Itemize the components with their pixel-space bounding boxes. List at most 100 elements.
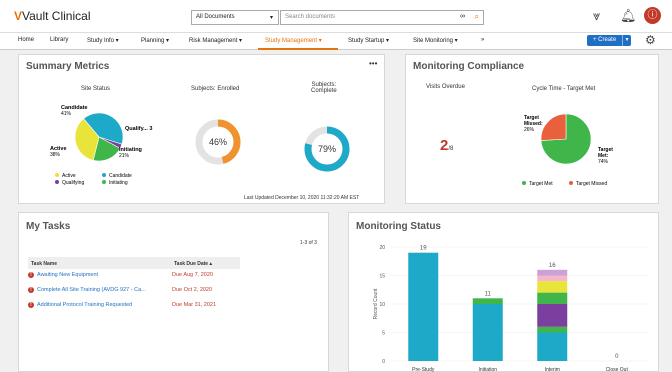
top-header: VVault Clinical All Documents ▾ Search do… xyxy=(0,0,672,33)
legend-swatch xyxy=(569,181,573,185)
nav-more[interactable]: » xyxy=(481,37,484,43)
task-link[interactable]: Complete All Site Training (AVDG 927 - C… xyxy=(37,287,146,293)
legend-active: Active xyxy=(62,173,76,179)
visits-overdue-value[interactable]: 2/8 xyxy=(440,137,453,155)
y-tick-label: 0 xyxy=(382,359,385,365)
column-task-due-date[interactable]: Task Due Date ▴ xyxy=(174,261,212,267)
y-tick-label: 10 xyxy=(379,302,385,308)
legend-target-missed: Target Missed xyxy=(576,181,607,187)
pie-slice-target-missed[interactable] xyxy=(540,113,567,141)
task-due-date: Due Oct 2, 2020 xyxy=(172,287,213,293)
bar-segment[interactable] xyxy=(537,304,568,327)
main-nav: Home Library Study Info ▾ Planning ▾ Ris… xyxy=(0,33,672,50)
create-button[interactable]: + Create ▾ xyxy=(587,35,631,46)
bar-segment[interactable] xyxy=(537,269,568,276)
table-row: ! Complete All Site Training (AVDG 927 - … xyxy=(28,287,212,293)
panel-title: My Tasks xyxy=(26,221,71,232)
pie-pct-initiating: 21% xyxy=(119,153,130,159)
active-tab-indicator xyxy=(258,48,338,50)
nav-site-monitoring[interactable]: Site Monitoring ▾ xyxy=(413,37,458,44)
more-icon[interactable]: ••• xyxy=(369,59,377,68)
site-status-pie: Candidate 41% Qualify... 3 Initiating 21… xyxy=(50,105,152,186)
y-tick-label: 20 xyxy=(379,245,385,251)
bar-total-label: 19 xyxy=(420,246,427,252)
bar-segment[interactable] xyxy=(537,292,568,304)
enrolled-donut: 46% xyxy=(195,119,241,165)
legend-swatch xyxy=(55,180,59,184)
gear-icon[interactable]: ⚙ xyxy=(645,33,656,47)
bar-segment[interactable] xyxy=(537,281,568,293)
nav-planning[interactable]: Planning ▾ xyxy=(141,37,169,44)
legend-swatch xyxy=(102,180,106,184)
bar-total-label: 0 xyxy=(615,354,619,360)
task-link[interactable]: Additional Protocol Training Requested xyxy=(37,302,132,308)
panel-title: Summary Metrics xyxy=(26,61,110,72)
complete-title: Subjects: Complete xyxy=(311,82,337,94)
nav-home[interactable]: Home xyxy=(18,37,34,43)
bar-segment[interactable] xyxy=(472,298,503,304)
legend-initiating: Initiating xyxy=(109,180,128,186)
enrolled-value: 46% xyxy=(209,137,227,147)
chevron-down-icon[interactable]: ▾ xyxy=(622,35,631,46)
bell-icon[interactable]: 🔔︎ xyxy=(620,8,637,24)
y-axis-label: Record Count xyxy=(373,288,379,319)
task-due-date: Due Mar 31, 2021 xyxy=(172,302,217,308)
pie-label-qualifying: Qualify... 3 xyxy=(125,126,152,132)
pie-pct-candidate: 41% xyxy=(61,111,72,117)
visits-overdue-title: Visits Overdue xyxy=(426,84,465,90)
column-task-name[interactable]: Task Name xyxy=(31,261,57,267)
pie-pct-active: 38% xyxy=(50,152,61,158)
warning-icon: ! xyxy=(28,287,34,293)
legend-candidate: Candidate xyxy=(109,173,132,179)
app-logo[interactable]: VVault Clinical xyxy=(14,9,91,23)
legend-qualifying: Qualifying xyxy=(62,180,84,186)
cycle-time-title: Cycle Time - Target Met xyxy=(532,86,596,92)
complete-donut: 79% xyxy=(304,126,350,172)
search-input[interactable]: Search documents ∞ ⌕ xyxy=(280,10,484,25)
x-tick-label: Close Out xyxy=(606,367,629,372)
legend-swatch xyxy=(522,181,526,185)
x-tick-label: Initiation xyxy=(478,367,497,372)
cycle-time-pie: Target Missed: 26% Target Met: 74% Targe… xyxy=(522,113,613,187)
bar-total-label: 16 xyxy=(549,263,556,269)
enrolled-title: Subjects: Enrolled xyxy=(191,86,240,92)
bar-segment[interactable] xyxy=(537,332,568,362)
nav-study-info[interactable]: Study Info ▾ xyxy=(87,37,119,44)
legend-swatch xyxy=(102,173,106,177)
table-row: ! Additional Protocol Training Requested … xyxy=(28,302,216,308)
task-count: 1-3 of 3 xyxy=(300,240,317,246)
bar-segment[interactable] xyxy=(537,275,568,282)
warning-icon: ! xyxy=(28,302,34,308)
bar-segment[interactable] xyxy=(537,326,568,333)
nav-risk-management[interactable]: Risk Management ▾ xyxy=(189,37,242,44)
search-icon[interactable]: ⌕ xyxy=(475,12,479,22)
monitoring-status-chart: 0 5 10 15 20 Record Count 19 Pre-Study 11 Initiat… xyxy=(373,245,649,372)
bar-total-label: 11 xyxy=(485,291,492,297)
nav-library[interactable]: Library xyxy=(50,37,68,43)
warning-icon: ! xyxy=(28,272,34,278)
bar-segment[interactable] xyxy=(408,252,439,361)
pie-pct-missed: 26% xyxy=(524,127,535,133)
x-tick-label: Pre-Study xyxy=(412,367,435,372)
y-tick-label: 15 xyxy=(379,274,385,280)
task-link[interactable]: Awaiting New Equipment xyxy=(37,272,98,278)
monitoring-status-panel: Monitoring Status 0 5 10 15 20 Record Count 19… xyxy=(348,212,659,372)
nav-study-startup[interactable]: Study Startup ▾ xyxy=(348,37,389,44)
bar-segment[interactable] xyxy=(472,304,503,361)
complete-value: 79% xyxy=(318,144,336,154)
pie-pct-met: 74% xyxy=(598,159,609,165)
binoculars-icon[interactable]: ∞ xyxy=(460,13,465,20)
task-due-date: Due Aug 7, 2020 xyxy=(172,272,213,278)
site-status-title: Site Status xyxy=(81,86,111,92)
chevron-down-icon: ▾ xyxy=(269,15,273,21)
workflow-icon[interactable]: ⩔ xyxy=(593,8,600,24)
my-tasks-panel: My Tasks 1-3 of 3 Task Name Task Due Dat… xyxy=(18,212,329,372)
panel-title: Monitoring Compliance xyxy=(413,61,525,72)
legend-target-met: Target Met xyxy=(529,181,553,187)
table-row: ! Awaiting New Equipment Due Aug 7, 2020 xyxy=(28,272,213,278)
avatar[interactable]: ⓘ xyxy=(644,7,661,24)
summary-metrics-panel: Summary Metrics ••• Site Status Candidat… xyxy=(18,54,385,204)
document-type-select[interactable]: All Documents ▾ xyxy=(191,10,279,25)
nav-study-management[interactable]: Study Management ▾ xyxy=(265,37,322,44)
y-tick-label: 5 xyxy=(382,331,385,337)
